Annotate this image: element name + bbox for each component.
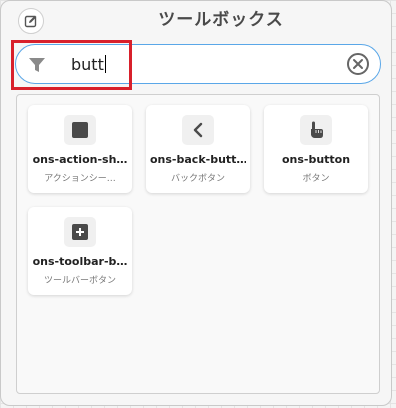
component-description: アクションシー… [44, 174, 116, 184]
clear-search-icon[interactable] [346, 52, 370, 76]
component-description: バックボタン [170, 174, 225, 184]
edit-button[interactable] [18, 8, 44, 34]
pointing-hand-icon [311, 121, 323, 138]
search-input[interactable]: butt [71, 55, 106, 75]
text-caret [104, 55, 106, 73]
component-name: ons-toolbar-b… [32, 255, 128, 268]
component-card-button[interactable]: ons-button ボタン [264, 105, 368, 193]
search-field[interactable]: butt [15, 44, 381, 84]
component-name: ons-button [281, 153, 351, 166]
square-icon [72, 122, 88, 138]
component-card-toolbar-button[interactable]: ons-toolbar-b… ツールバーボタン [28, 207, 132, 295]
toolbox-panel: ツールボックス butt ons-action-sh… アクションシー… ons… [0, 0, 392, 406]
pencil-square-icon [24, 15, 37, 28]
component-name: ons-action-sh… [32, 153, 128, 166]
chevron-left-icon [193, 122, 203, 138]
components-list: ons-action-sh… アクションシー… ons-back-butt… バ… [16, 94, 380, 394]
component-description: ボタン [302, 174, 330, 184]
component-card-action-sheet[interactable]: ons-action-sh… アクションシー… [28, 105, 132, 193]
filter-icon [29, 58, 45, 72]
toolbox-title: ツールボックス [158, 10, 284, 30]
component-description: ツールバーボタン [43, 276, 116, 286]
component-name: ons-back-butt… [150, 153, 246, 166]
component-card-back-button[interactable]: ons-back-butt… バックボタン [146, 105, 250, 193]
plus-square-icon [72, 224, 88, 240]
